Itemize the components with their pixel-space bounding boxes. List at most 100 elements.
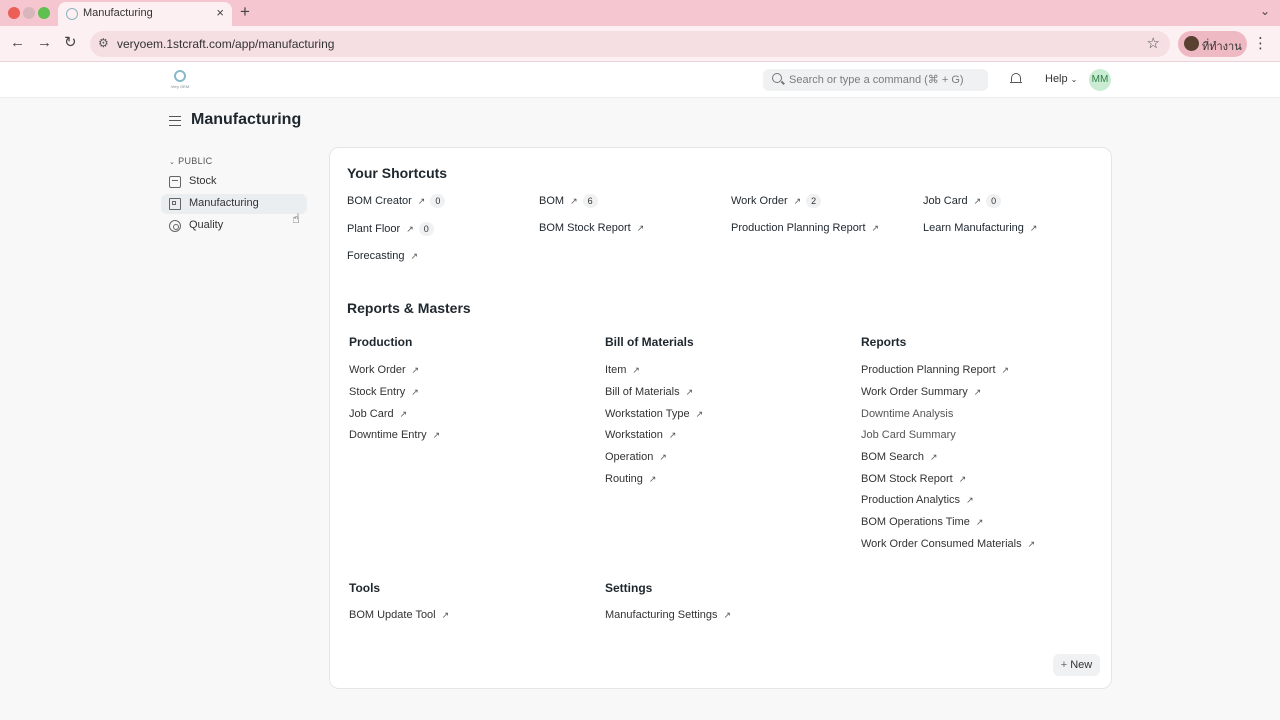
shortcut-forecasting[interactable]: Forecasting ↗ bbox=[347, 250, 418, 266]
external-link-icon: ↗ bbox=[636, 223, 645, 233]
reports-heading: Reports & Masters bbox=[347, 300, 471, 316]
link-downtime-analysis[interactable]: Downtime Analysis bbox=[861, 408, 953, 420]
address-bar[interactable]: ⚙ veryoem.1stcraft.com/app/manufacturing… bbox=[90, 31, 1170, 57]
close-window-button[interactable] bbox=[8, 7, 20, 19]
tab-search-icon[interactable]: ⌄ bbox=[1260, 4, 1270, 18]
site-settings-icon[interactable]: ⚙ bbox=[98, 36, 109, 50]
external-link-icon: ↗ bbox=[973, 196, 982, 206]
count-badge: 0 bbox=[418, 222, 434, 236]
chevron-down-icon: ⌄ bbox=[169, 159, 176, 166]
shortcut-label: Learn Manufacturing bbox=[923, 222, 1024, 234]
app-logo[interactable]: Very OEM bbox=[169, 70, 191, 90]
browser-toolbar: ← → ↻ ⚙ veryoem.1stcraft.com/app/manufac… bbox=[0, 26, 1280, 62]
logo-text: Very OEM bbox=[170, 84, 190, 89]
browser-menu-icon[interactable]: ⋮ bbox=[1253, 34, 1268, 52]
column-title-tools: Tools bbox=[349, 581, 381, 595]
shortcut-label: Forecasting bbox=[347, 250, 405, 262]
sidebar-section-label: PUBLIC bbox=[178, 156, 213, 166]
bookmark-star-icon[interactable]: ☆ bbox=[1147, 34, 1160, 52]
browser-tab[interactable]: Manufacturing × bbox=[58, 2, 232, 26]
link-workstation[interactable]: Workstation ↗ bbox=[605, 429, 676, 441]
shortcuts-heading: Your Shortcuts bbox=[347, 165, 448, 181]
minimize-window-button[interactable] bbox=[23, 7, 35, 19]
external-link-icon: ↗ bbox=[966, 495, 974, 505]
back-icon[interactable]: ← bbox=[10, 35, 25, 51]
plus-icon: + bbox=[1060, 659, 1068, 671]
external-link-icon: ↗ bbox=[432, 430, 441, 440]
new-tab-icon[interactable]: + bbox=[240, 2, 250, 22]
shortcut-job-card[interactable]: Job Card ↗ 0 bbox=[923, 194, 1002, 210]
link-workstation-type[interactable]: Workstation Type ↗ bbox=[605, 408, 703, 420]
notification-bell-icon[interactable] bbox=[1010, 73, 1022, 85]
external-link-icon: ↗ bbox=[411, 365, 420, 375]
external-link-icon: ↗ bbox=[441, 610, 450, 620]
link-routing[interactable]: Routing ↗ bbox=[605, 473, 656, 485]
url-text[interactable]: veryoem.1stcraft.com/app/manufacturing bbox=[117, 37, 334, 51]
maximize-window-button[interactable] bbox=[38, 7, 50, 19]
column-title-production: Production bbox=[349, 335, 413, 349]
tab-favicon-icon bbox=[66, 8, 78, 20]
link-stock-entry[interactable]: Stock Entry ↗ bbox=[349, 386, 419, 398]
shortcut-work-order[interactable]: Work Order ↗ 2 bbox=[731, 194, 822, 210]
shortcut-bom-creator[interactable]: BOM Creator ↗ 0 bbox=[347, 194, 446, 210]
external-link-icon: ↗ bbox=[975, 517, 984, 527]
shortcut-label: Work Order bbox=[731, 195, 788, 207]
forward-icon[interactable]: → bbox=[37, 35, 52, 51]
shortcut-label: BOM bbox=[539, 195, 565, 207]
sidebar-section-public[interactable]: ⌄ PUBLIC bbox=[169, 156, 212, 166]
sidebar-item-quality[interactable]: Quality bbox=[161, 216, 307, 236]
search-icon bbox=[772, 73, 782, 83]
browser-tab-bar: Manufacturing × + ⌄ bbox=[0, 0, 1280, 26]
link-downtime-entry[interactable]: Downtime Entry ↗ bbox=[349, 429, 440, 441]
search-input[interactable] bbox=[789, 69, 984, 91]
link-production-analytics[interactable]: Production Analytics ↗ bbox=[861, 494, 974, 506]
external-link-icon: ↗ bbox=[685, 387, 694, 397]
link-bom-update-tool[interactable]: BOM Update Tool ↗ bbox=[349, 609, 449, 621]
link-bom-search[interactable]: BOM Search ↗ bbox=[861, 451, 938, 463]
link-work-order[interactable]: Work Order ↗ bbox=[349, 364, 419, 376]
link-item[interactable]: Item ↗ bbox=[605, 364, 640, 376]
external-link-icon: ↗ bbox=[648, 474, 657, 484]
box-icon bbox=[169, 176, 181, 188]
shortcut-label: Plant Floor bbox=[347, 223, 401, 235]
external-link-icon: ↗ bbox=[973, 387, 982, 397]
shortcut-learn-manufacturing[interactable]: Learn Manufacturing ↗ bbox=[923, 222, 1037, 238]
link-job-card[interactable]: Job Card ↗ bbox=[349, 408, 407, 420]
reload-icon[interactable]: ↻ bbox=[64, 35, 77, 51]
external-link-icon: ↗ bbox=[695, 409, 704, 419]
hand-cursor-icon: ☝ bbox=[292, 211, 300, 226]
shortcut-production-planning-report[interactable]: Production Planning Report ↗ bbox=[731, 222, 879, 238]
column-title-settings: Settings bbox=[605, 581, 653, 595]
link-operation[interactable]: Operation ↗ bbox=[605, 451, 667, 463]
sidebar-item-manufacturing[interactable]: Manufacturing bbox=[161, 194, 307, 214]
sidebar-item-stock[interactable]: Stock bbox=[161, 172, 307, 192]
count-badge: 6 bbox=[582, 194, 598, 208]
count-badge: 0 bbox=[986, 194, 1002, 208]
page-title: Manufacturing bbox=[191, 111, 302, 128]
search-bar[interactable] bbox=[763, 69, 988, 91]
link-production-planning-report[interactable]: Production Planning Report ↗ bbox=[861, 364, 1009, 376]
link-manufacturing-settings[interactable]: Manufacturing Settings ↗ bbox=[605, 609, 731, 621]
shortcut-label: Job Card bbox=[923, 195, 968, 207]
user-avatar[interactable]: MM bbox=[1089, 69, 1111, 91]
link-job-card-summary[interactable]: Job Card Summary bbox=[861, 429, 956, 441]
new-button[interactable]: + New bbox=[1053, 654, 1100, 676]
shortcut-bom[interactable]: BOM ↗ 6 bbox=[539, 194, 598, 210]
link-bom-stock-report[interactable]: BOM Stock Report ↗ bbox=[861, 473, 966, 485]
help-dropdown[interactable]: Help ⌄ bbox=[1045, 73, 1077, 85]
link-bill-of-materials[interactable]: Bill of Materials ↗ bbox=[605, 386, 693, 398]
sidebar-item-label: Stock bbox=[189, 175, 217, 187]
link-work-order-summary[interactable]: Work Order Summary ↗ bbox=[861, 386, 981, 398]
external-link-icon: ↗ bbox=[1001, 365, 1010, 375]
tab-close-icon[interactable]: × bbox=[216, 5, 224, 20]
shortcut-bom-stock-report[interactable]: BOM Stock Report ↗ bbox=[539, 222, 644, 238]
external-link-icon: ↗ bbox=[1029, 223, 1038, 233]
app-navbar: Very OEM Help⌄ MM bbox=[0, 62, 1280, 98]
sidebar-item-label: Quality bbox=[189, 219, 224, 231]
external-link-icon: ↗ bbox=[410, 251, 419, 261]
profile-button[interactable]: ที่ทำงาน bbox=[1178, 31, 1247, 57]
shortcut-plant-floor[interactable]: Plant Floor ↗ 0 bbox=[347, 222, 434, 238]
sidebar-toggle-icon[interactable] bbox=[169, 116, 181, 126]
link-work-order-consumed-materials[interactable]: Work Order Consumed Materials ↗ bbox=[861, 538, 1035, 550]
link-bom-operations-time[interactable]: BOM Operations Time ↗ bbox=[861, 516, 983, 528]
